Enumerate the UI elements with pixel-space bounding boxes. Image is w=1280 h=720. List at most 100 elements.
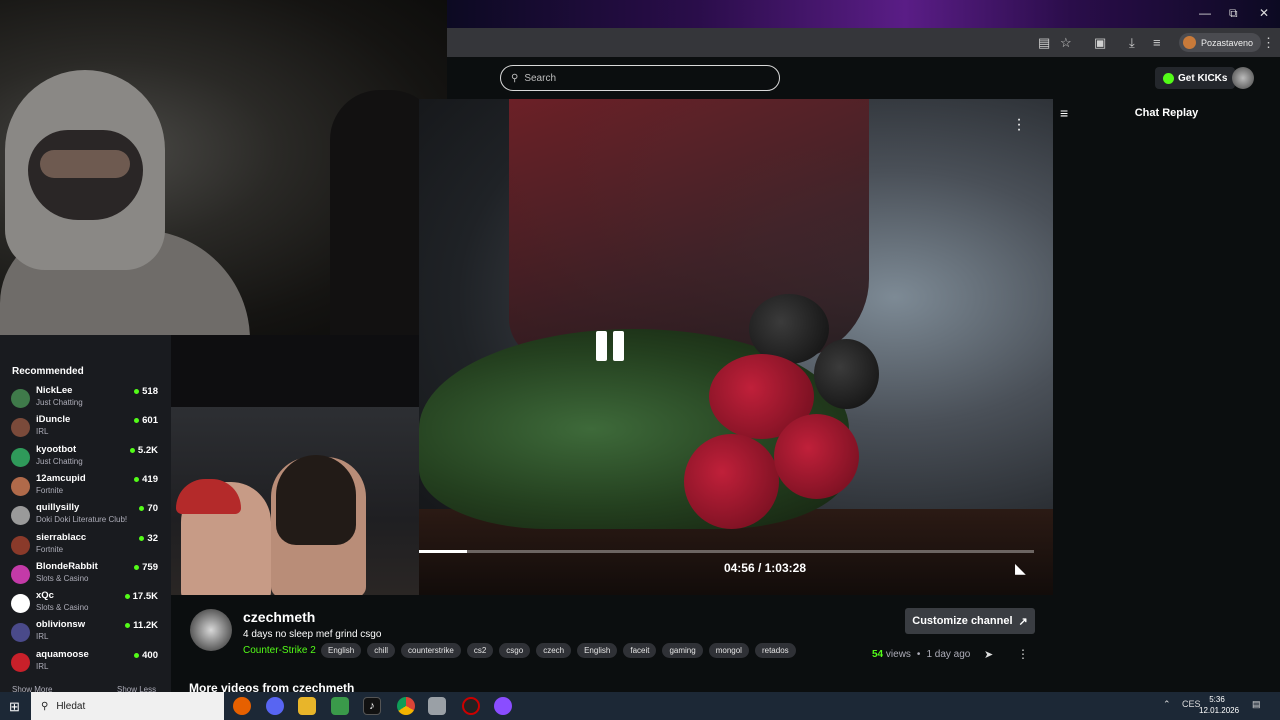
bookmark-star-icon[interactable]: ☆ bbox=[1060, 35, 1072, 51]
search-input[interactable]: ⚲ Search bbox=[500, 65, 780, 91]
sidebar-channel-item[interactable]: kyootbot Just Chatting 5.2K bbox=[11, 444, 161, 473]
views-count: 54 bbox=[872, 649, 884, 660]
viewer-count-value: 5.2K bbox=[137, 444, 158, 456]
viewer-count-value: 17.5K bbox=[132, 591, 158, 603]
taskbar-search-input[interactable]: ⚲ Hledat bbox=[31, 692, 224, 720]
system-clock[interactable]: 5:36 12.01.2026 bbox=[1199, 694, 1240, 716]
category-link[interactable]: Counter-Strike 2 bbox=[243, 645, 316, 656]
reading-list-icon[interactable]: ≡ bbox=[1153, 35, 1161, 50]
chrome-icon[interactable] bbox=[397, 697, 415, 715]
extensions-icon[interactable]: ▣ bbox=[1094, 35, 1106, 51]
exit-fullscreen-icon[interactable]: ◣ bbox=[1015, 560, 1026, 577]
browser-toolbar: ▤ ☆ ▣ ⤓ ≡ Pozastaveno ⋮ bbox=[447, 28, 1280, 57]
video-player[interactable]: · · · 04:56 / 1:03:28 ◣ bbox=[419, 99, 1053, 595]
webcam-overlay-bottom bbox=[171, 407, 419, 595]
viewer-count: 601 bbox=[134, 415, 158, 426]
live-dot-icon bbox=[139, 506, 145, 512]
file-explorer-icon[interactable] bbox=[298, 697, 316, 715]
channel-category: IRL bbox=[36, 632, 49, 642]
separator: • bbox=[916, 649, 921, 660]
tag-pill[interactable]: English bbox=[577, 643, 618, 658]
viewer-count: 419 bbox=[134, 474, 158, 485]
tag-pill[interactable]: retados bbox=[754, 643, 796, 658]
playback-time: 04:56 / 1:03:28 bbox=[723, 561, 806, 575]
recommended-title: Recommended bbox=[12, 366, 84, 377]
channel-avatar bbox=[11, 564, 30, 584]
view-stats: 54 views • 1 day ago bbox=[872, 649, 970, 660]
progress-bar[interactable] bbox=[419, 550, 1034, 553]
tag-pill[interactable]: gaming bbox=[662, 643, 703, 658]
pause-icon[interactable] bbox=[596, 331, 628, 363]
sidebar-channel-item[interactable]: NickLee Just Chatting 518 bbox=[11, 385, 161, 414]
tag-pill[interactable]: counterstrike bbox=[401, 643, 461, 658]
channel-avatar[interactable] bbox=[190, 609, 232, 651]
player-options-icon[interactable]: · · · bbox=[1016, 112, 1022, 138]
tag-pill[interactable]: faceit bbox=[623, 643, 657, 658]
tag-pill[interactable]: cs2 bbox=[466, 643, 494, 658]
channel-avatar bbox=[11, 476, 30, 496]
search-icon: ⚲ bbox=[41, 700, 49, 712]
sidebar-channel-item[interactable]: iDuncle IRL 601 bbox=[11, 414, 161, 443]
discord-icon[interactable] bbox=[266, 697, 284, 715]
share-icon[interactable]: ➤ bbox=[984, 648, 993, 661]
user-avatar[interactable] bbox=[1232, 67, 1254, 89]
clock-time: 5:36 bbox=[1209, 695, 1225, 704]
tag-pill[interactable]: chill bbox=[367, 643, 396, 658]
chat-title: Chat Replay bbox=[1134, 107, 1199, 119]
sidebar-channel-item[interactable]: aquamoose IRL 400 bbox=[11, 649, 161, 678]
windows-start-icon[interactable]: ⊞ bbox=[9, 699, 20, 715]
tag-list: English chill counterstrike cs2 csgo czech Eng… bbox=[321, 643, 796, 658]
purple-app-icon[interactable] bbox=[494, 697, 512, 715]
video-frame-red-rose bbox=[684, 434, 779, 529]
sidebar-channel-item[interactable]: sierrablacc Fortnite 32 bbox=[11, 532, 161, 561]
live-dot-icon bbox=[139, 535, 145, 541]
notifications-icon[interactable]: ▤ bbox=[1252, 699, 1261, 710]
channel-name: xQc bbox=[36, 590, 54, 602]
tag-pill[interactable]: mongol bbox=[708, 643, 749, 658]
tray-chevron-icon[interactable]: ⌃ bbox=[1163, 699, 1171, 710]
channel-info: czechmeth 4 days no sleep mef grind csgo… bbox=[171, 595, 1053, 695]
webcam-person-eyes bbox=[40, 150, 130, 178]
viewer-count-value: 32 bbox=[147, 532, 158, 544]
restore-icon[interactable]: ⧉ bbox=[1229, 6, 1238, 21]
live-dot-icon bbox=[134, 389, 140, 394]
channel-name[interactable]: czechmeth bbox=[243, 609, 315, 625]
channel-name: BlondeRabbit bbox=[36, 560, 98, 572]
clock-date: 12.01.2026 bbox=[1199, 706, 1240, 715]
profile-button[interactable]: Pozastaveno bbox=[1179, 33, 1262, 52]
sidebar-channel-item[interactable]: BlondeRabbit Slots & Casino 759 bbox=[11, 561, 161, 590]
tag-pill[interactable]: czech bbox=[536, 643, 572, 658]
tag-pill[interactable]: csgo bbox=[499, 643, 531, 658]
get-kicks-button[interactable]: Get KICKs bbox=[1155, 67, 1236, 89]
browser-menu-icon[interactable]: ⋮ bbox=[1262, 35, 1275, 51]
viewer-count: 32 bbox=[139, 533, 158, 544]
sidebar-channel-item[interactable]: oblivionsw IRL 11.2K bbox=[11, 619, 161, 648]
webcam-person-hair bbox=[276, 455, 356, 545]
translate-icon[interactable]: ▤ bbox=[1038, 35, 1050, 51]
language-indicator[interactable]: CES bbox=[1182, 699, 1201, 709]
viewer-count-value: 400 bbox=[142, 649, 158, 661]
shield-app-icon[interactable] bbox=[428, 697, 446, 715]
viewer-count-value: 70 bbox=[147, 503, 158, 515]
sidebar-channel-item[interactable]: quillysilly Doki Doki Literature Club! 70 bbox=[11, 502, 161, 531]
sidebar-channel-item[interactable]: xQc Slots & Casino 17.5K bbox=[11, 590, 161, 619]
viewer-count: 17.5K bbox=[124, 591, 158, 603]
tag-pill[interactable]: English bbox=[321, 643, 362, 658]
channel-name: aquamoose bbox=[36, 648, 89, 660]
viewer-count: 5.2K bbox=[129, 444, 158, 456]
minimize-icon[interactable]: — bbox=[1199, 6, 1211, 20]
channel-avatar bbox=[11, 389, 30, 408]
customize-channel-button[interactable]: Customize channel ↗ bbox=[905, 608, 1035, 634]
channel-avatar bbox=[11, 418, 30, 438]
viewer-count: 518 bbox=[134, 386, 158, 397]
close-icon[interactable]: ✕ bbox=[1259, 6, 1269, 20]
firefox-icon[interactable] bbox=[233, 697, 251, 715]
tiktok-icon[interactable]: ♪ bbox=[363, 697, 381, 715]
video-frame-red-rose bbox=[774, 414, 859, 499]
download-icon[interactable]: ⤓ bbox=[1129, 35, 1135, 51]
sidebar-channel-item[interactable]: 12amcupid Fortnite 419 bbox=[11, 473, 161, 502]
image-editor-icon[interactable] bbox=[331, 697, 349, 715]
live-dot-icon bbox=[129, 447, 135, 453]
more-options-icon[interactable]: ⋮ bbox=[1017, 647, 1029, 661]
obs-icon[interactable] bbox=[462, 697, 480, 715]
